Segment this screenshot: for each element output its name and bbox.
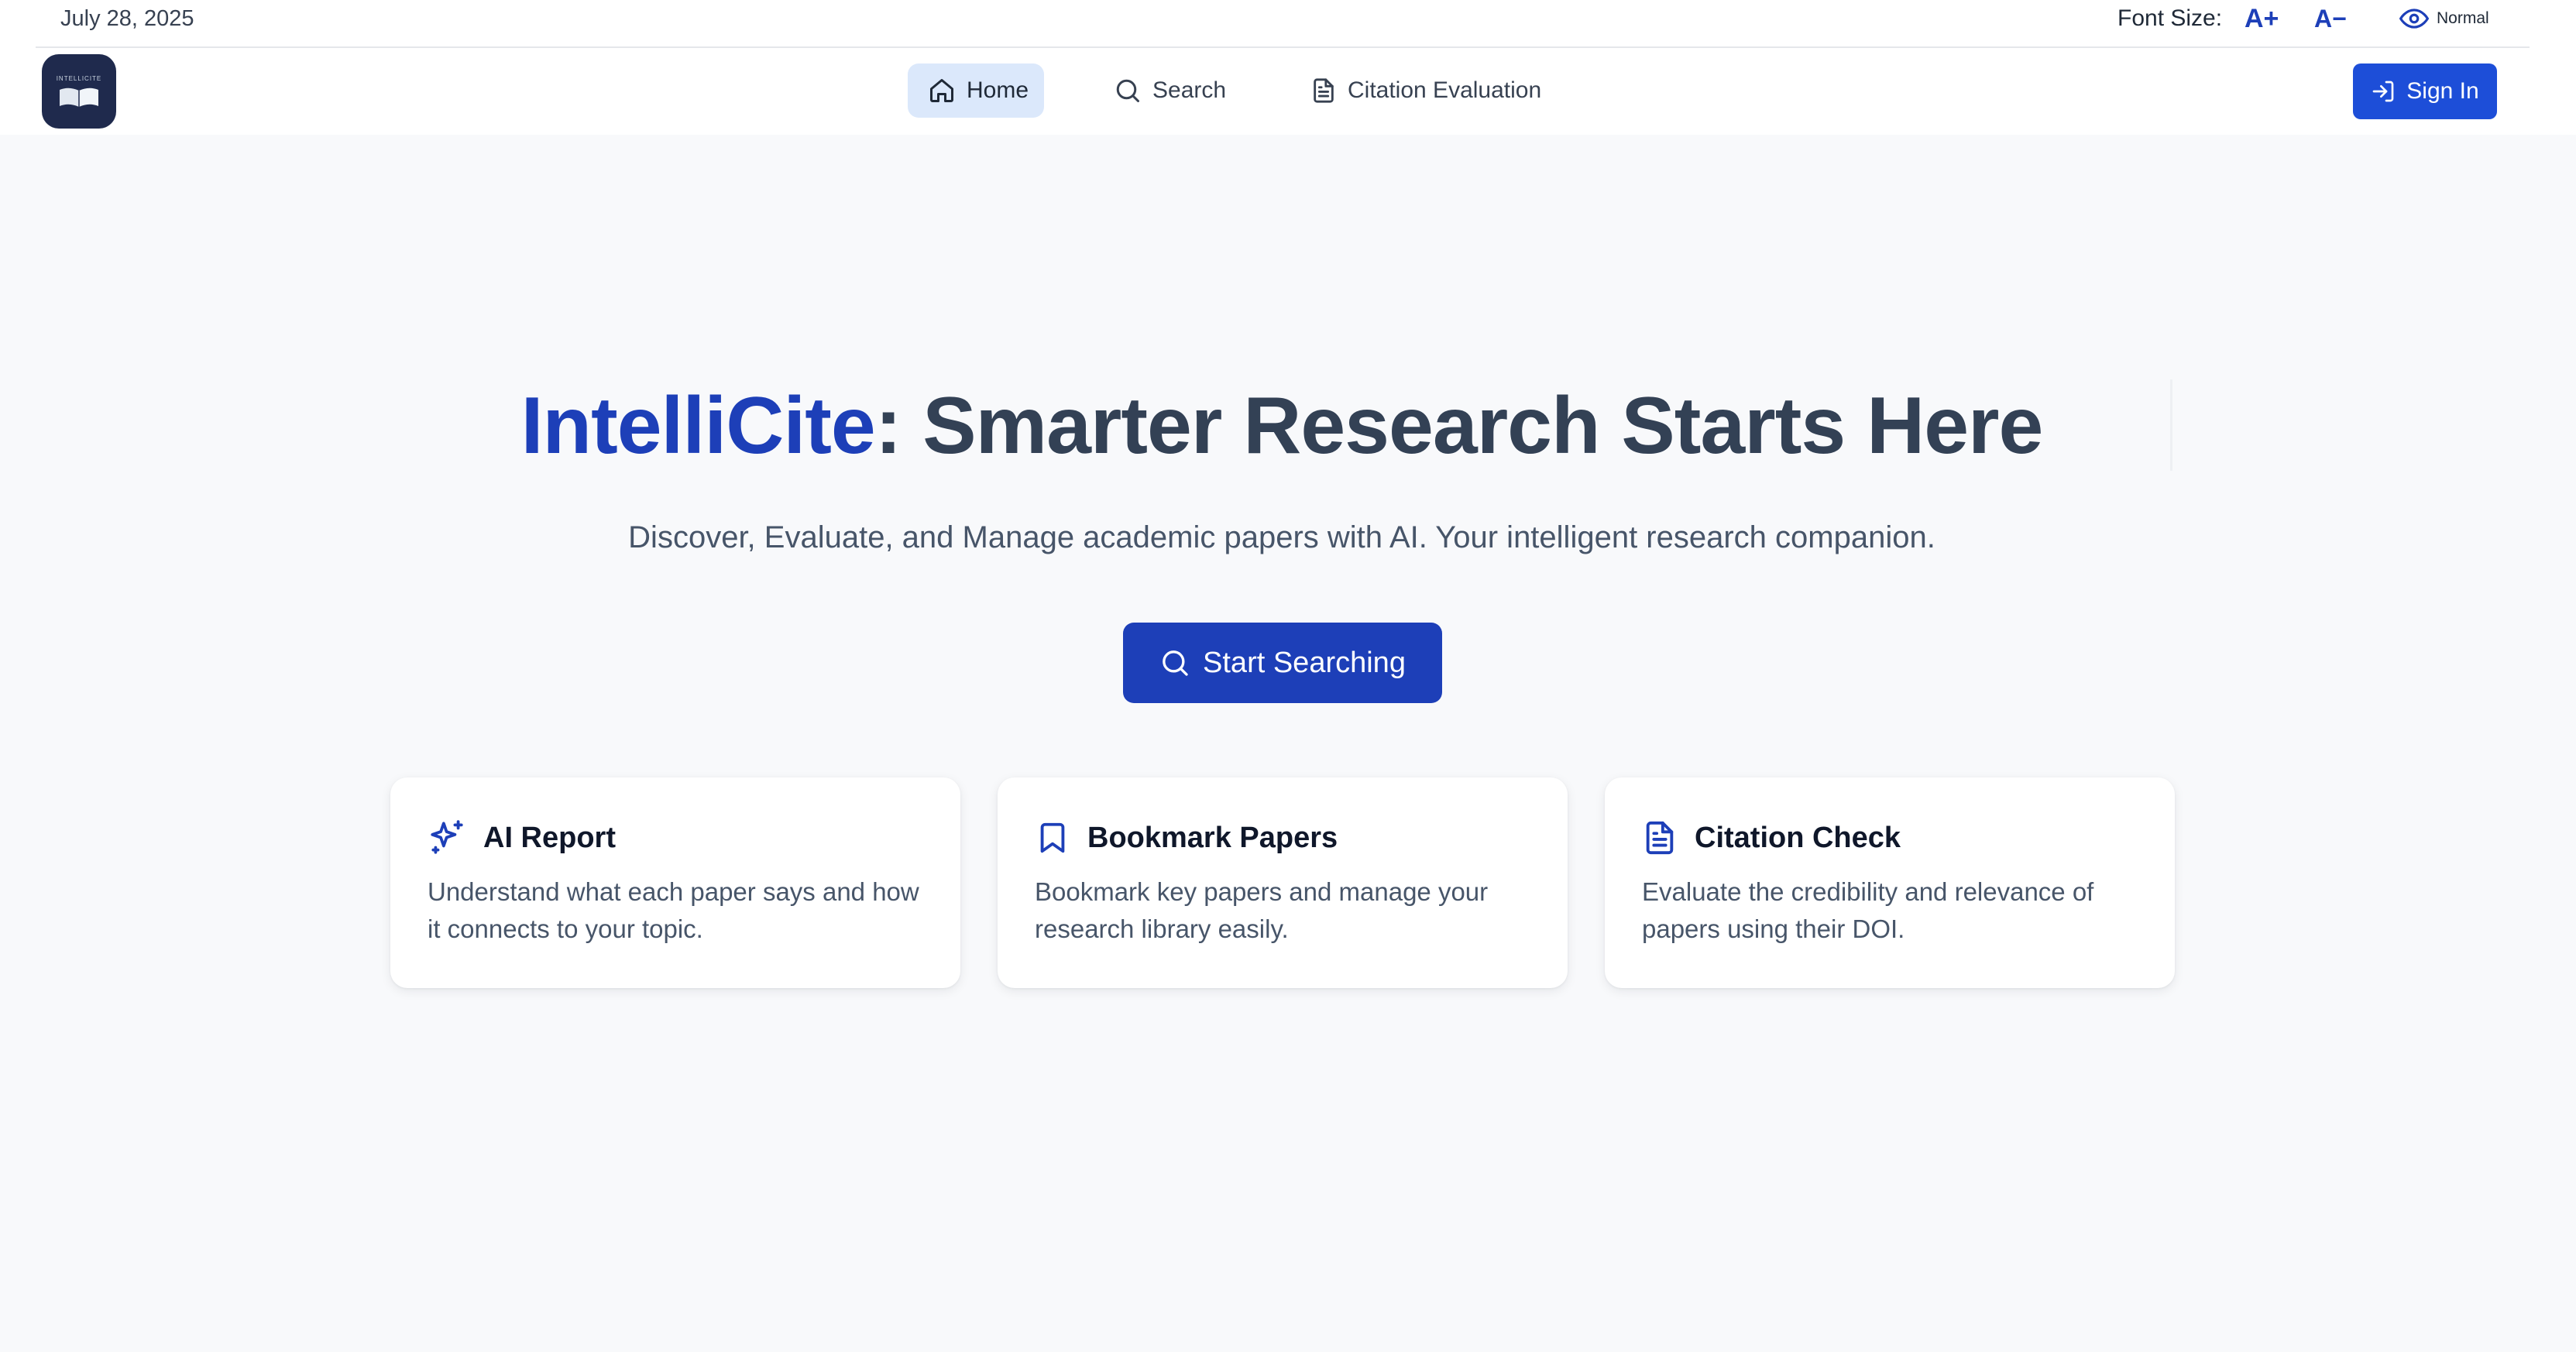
- login-icon: [2371, 79, 2396, 104]
- hero-title: IntelliCite: Smarter Research Starts Her…: [0, 372, 2564, 480]
- feature-description: Bookmark key papers and manage your rese…: [1035, 877, 1489, 943]
- sparkles-icon: [428, 818, 466, 857]
- sign-in-label: Sign In: [2406, 78, 2479, 104]
- start-searching-label: Start Searching: [1203, 646, 1406, 679]
- brand-name: IntelliCite: [520, 381, 876, 471]
- font-size-label: Font Size:: [2117, 5, 2223, 31]
- hero-subtitle: Discover, Evaluate, and Manage academic …: [628, 520, 1935, 554]
- nav-citation-label: Citation Evaluation: [1348, 77, 1542, 103]
- start-searching-button[interactable]: Start Searching: [1123, 623, 1442, 703]
- nav-home-label: Home: [967, 77, 1029, 103]
- bookmark-icon: [1035, 818, 1070, 857]
- nav-search[interactable]: Search: [1094, 63, 1246, 118]
- feature-card-bookmark: Bookmark Papers Bookmark key papers and …: [998, 777, 1568, 988]
- document-icon: [1310, 76, 1337, 105]
- feature-description: Understand what each paper says and how …: [428, 877, 919, 943]
- hero-title-rest: : Smarter Research Starts Here: [874, 381, 2044, 471]
- view-mode-toggle[interactable]: Normal: [2399, 3, 2489, 34]
- search-icon: [1114, 77, 1142, 105]
- search-icon: [1159, 647, 1190, 678]
- feature-title: Bookmark Papers: [1087, 821, 1338, 854]
- feature-card-citation-check: Citation Check Evaluate the credibility …: [1605, 777, 2175, 988]
- text-caret: [2170, 379, 2172, 471]
- home-icon: [928, 77, 956, 105]
- view-mode-label: Normal: [2437, 9, 2489, 27]
- eye-icon: [2399, 7, 2429, 30]
- font-increase-button[interactable]: A+: [2245, 3, 2279, 34]
- nav-search-label: Search: [1152, 77, 1227, 103]
- sign-in-button[interactable]: Sign In: [2353, 63, 2497, 119]
- current-date: July 28, 2025: [60, 6, 194, 31]
- document-icon: [1642, 818, 1678, 858]
- open-book-icon: [60, 88, 98, 107]
- nav-citation-evaluation[interactable]: Citation Evaluation: [1290, 63, 1561, 118]
- app-logo[interactable]: INTELLICITE: [42, 54, 116, 129]
- logo-text: INTELLICITE: [56, 74, 102, 82]
- feature-title: AI Report: [483, 821, 616, 854]
- main-navbar: INTELLICITE Home Search Citation Evaluat…: [0, 48, 2576, 135]
- feature-title: Citation Check: [1695, 821, 1901, 854]
- top-utility-bar: July 28, 2025 Font Size: A+ A− Normal: [0, 0, 2576, 48]
- feature-description: Evaluate the credibility and relevance o…: [1642, 877, 2094, 943]
- font-decrease-button[interactable]: A−: [2314, 3, 2347, 34]
- nav-home[interactable]: Home: [908, 63, 1044, 118]
- feature-card-ai-report: AI Report Understand what each paper say…: [390, 777, 960, 988]
